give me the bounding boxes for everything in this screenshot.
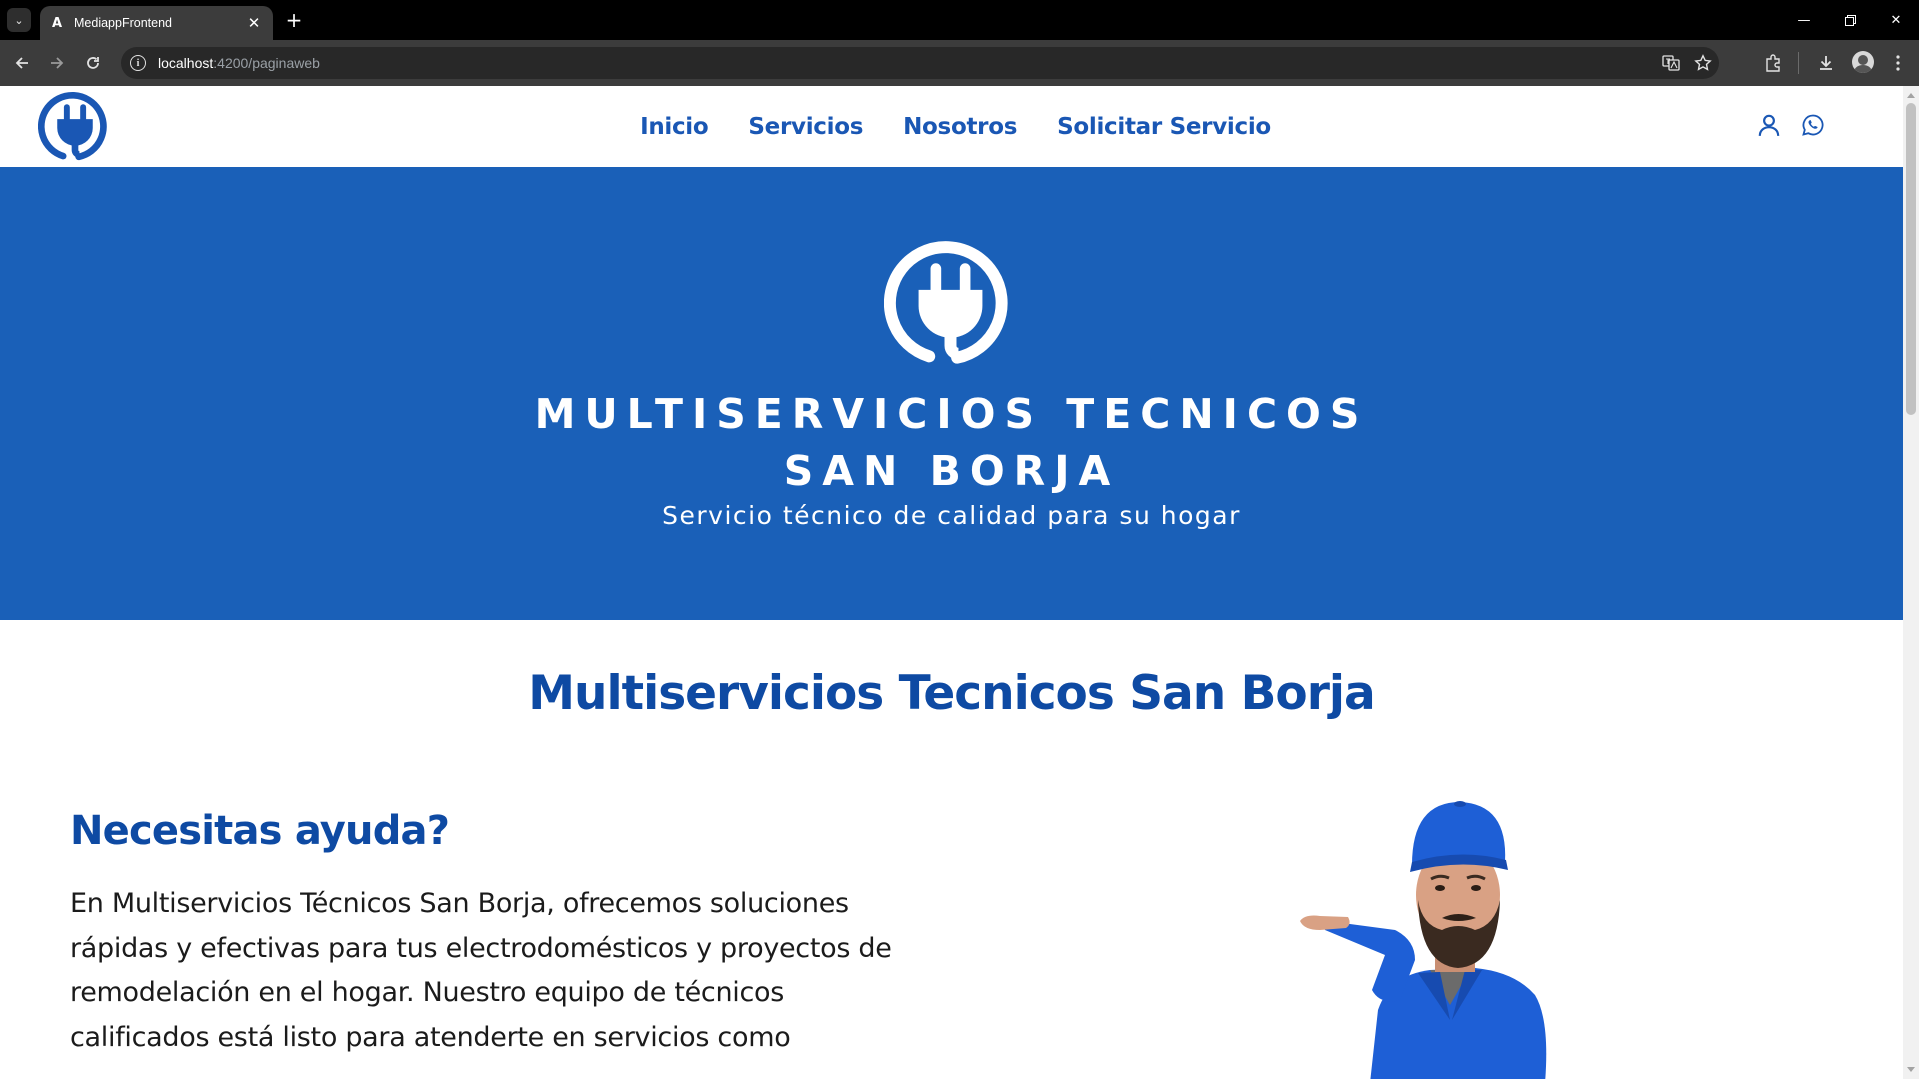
nav-link-nosotros[interactable]: Nosotros — [903, 114, 1017, 140]
scroll-down-arrow-icon[interactable] — [1907, 1067, 1915, 1072]
browser-toolbar: i localhost:4200/paginaweb — [0, 40, 1919, 86]
scroll-up-arrow-icon[interactable] — [1907, 93, 1915, 98]
site-info-icon[interactable]: i — [130, 55, 146, 71]
extensions-icon[interactable] — [1762, 52, 1784, 74]
hero-title-line-2: SAN BORJA — [783, 447, 1120, 495]
hero-banner: MULTISERVICIOS TECNICOS SAN BORJA Servic… — [0, 167, 1903, 620]
toolbar-divider — [1798, 52, 1799, 74]
page-scrollbar[interactable] — [1903, 86, 1919, 1079]
angular-favicon-icon: A — [51, 15, 63, 31]
bookmark-star-icon[interactable] — [1692, 52, 1714, 74]
hero-title-line-1: MULTISERVICIOS TECNICOS — [534, 390, 1369, 438]
nav-link-solicitar-servicio[interactable]: Solicitar Servicio — [1057, 114, 1271, 140]
profile-avatar[interactable] — [1852, 51, 1874, 73]
more-menu-icon[interactable] — [1887, 52, 1909, 74]
site-navbar: Inicio Servicios Nosotros Solicitar Serv… — [0, 86, 1903, 167]
browser-tab-bar: ⌄ A MediappFrontend ✕ + — ✕ — [0, 0, 1919, 40]
download-icon[interactable] — [1815, 52, 1837, 74]
main-nav: Inicio Servicios Nosotros Solicitar Serv… — [0, 86, 1903, 167]
address-bar[interactable]: i localhost:4200/paginaweb — [121, 47, 1719, 79]
back-icon[interactable] — [11, 52, 33, 74]
help-line: En Multiservicios Técnicos San Borja, of… — [70, 888, 849, 919]
help-line: rápidas y efectivas para tus electrodomé… — [70, 932, 892, 964]
reload-icon[interactable] — [82, 52, 104, 74]
translate-icon[interactable] — [1660, 52, 1682, 74]
tab-list-icon[interactable]: ⌄ — [7, 8, 31, 32]
help-title: Necesitas ayuda? — [70, 808, 450, 854]
window-close-icon[interactable]: ✕ — [1873, 0, 1919, 40]
technician-image — [1300, 801, 1547, 1079]
new-tab-icon[interactable]: + — [283, 8, 305, 32]
nav-link-inicio[interactable]: Inicio — [640, 114, 709, 140]
user-icon[interactable] — [1756, 112, 1782, 138]
url-text: localhost:4200/paginaweb — [158, 55, 320, 71]
plug-hero-icon — [884, 241, 1008, 364]
forward-icon[interactable] — [46, 52, 68, 74]
page-viewport: Inicio Servicios Nosotros Solicitar Serv… — [0, 86, 1903, 1079]
close-icon[interactable]: ✕ — [245, 14, 263, 32]
hero-subtitle: Servicio técnico de calidad para su hoga… — [662, 501, 1241, 530]
scrollbar-thumb[interactable] — [1906, 103, 1916, 415]
section-title: Multiservicios Tecnicos San Borja — [528, 666, 1375, 721]
help-line: calificados está listo para atenderte en… — [70, 1021, 791, 1053]
restore-icon[interactable] — [1827, 0, 1873, 40]
hero-title: MULTISERVICIOS TECNICOS SAN BORJA — [0, 386, 1903, 500]
help-paragraph: En Multiservicios Técnicos San Borja, of… — [70, 882, 975, 1060]
nav-link-servicios[interactable]: Servicios — [748, 114, 863, 140]
minimize-icon[interactable]: — — [1781, 0, 1827, 40]
tab-title: MediappFrontend — [74, 16, 172, 30]
browser-tab[interactable]: A MediappFrontend ✕ — [40, 6, 273, 40]
whatsapp-icon[interactable] — [1801, 113, 1825, 137]
help-line: remodelación en el hogar. Nuestro equipo… — [70, 977, 785, 1008]
